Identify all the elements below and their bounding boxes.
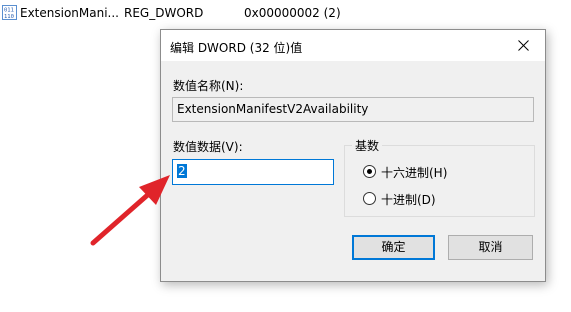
value-data-label: 数值数据(V): xyxy=(173,140,243,154)
registry-value-name: ExtensionMani... xyxy=(20,6,119,20)
base-group-title: 基数 xyxy=(352,137,383,154)
radio-checked-icon xyxy=(363,165,376,178)
registry-value-type: REG_DWORD xyxy=(124,6,204,20)
dialog-title: 编辑 DWORD (32 位)值 xyxy=(170,41,303,55)
registry-value-data: 0x00000002 (2) xyxy=(244,6,341,20)
value-data-selected-text: 2 xyxy=(177,164,187,178)
ok-button[interactable]: 确定 xyxy=(352,235,435,260)
registry-value-row[interactable]: 011 110 ExtensionMani... REG_DWORD 0x000… xyxy=(0,0,571,26)
edit-dword-dialog: 编辑 DWORD (32 位)值 数值名称(N): ExtensionManif… xyxy=(160,29,546,282)
svg-text:011: 011 xyxy=(4,8,14,14)
registry-binary-value-icon: 011 110 xyxy=(2,5,17,20)
base-groupbox xyxy=(344,145,535,217)
svg-text:110: 110 xyxy=(4,14,14,20)
value-name-field[interactable]: ExtensionManifestV2Availability xyxy=(172,97,534,122)
value-data-input[interactable]: 2 xyxy=(172,159,334,185)
radio-hexadecimal-label: 十六进制(H) xyxy=(381,166,448,180)
value-name-label: 数值名称(N): xyxy=(173,79,244,93)
dialog-titlebar[interactable]: 编辑 DWORD (32 位)值 xyxy=(161,30,545,61)
radio-unchecked-icon xyxy=(363,192,376,205)
cancel-button[interactable]: 取消 xyxy=(448,235,533,260)
screen: 011 110 ExtensionMani... REG_DWORD 0x000… xyxy=(0,0,571,312)
radio-decimal-label: 十进制(D) xyxy=(381,193,436,207)
close-icon xyxy=(518,40,529,51)
close-button[interactable] xyxy=(501,30,545,61)
